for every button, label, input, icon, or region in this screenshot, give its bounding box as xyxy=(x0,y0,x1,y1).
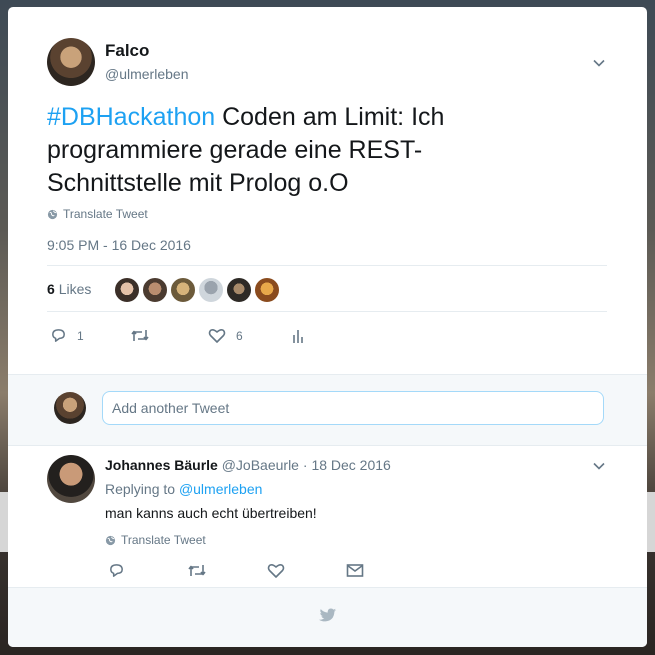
analytics-icon xyxy=(292,327,306,344)
divider xyxy=(47,311,607,312)
replying-to-link[interactable]: @ulmerleben xyxy=(179,481,262,497)
reply-icon xyxy=(50,327,67,344)
retweet-icon xyxy=(130,327,150,344)
like-button[interactable]: 6 xyxy=(208,327,243,344)
author-name[interactable]: Falco xyxy=(105,41,149,61)
analytics-button[interactable] xyxy=(292,327,306,344)
likes-count: 6 xyxy=(47,281,55,297)
like-count: 6 xyxy=(236,328,243,343)
retweet-icon xyxy=(187,562,207,579)
reply-count: 1 xyxy=(77,328,84,343)
author-handle[interactable]: @ulmerleben xyxy=(105,66,188,82)
retweet-button[interactable] xyxy=(130,327,150,344)
reply-author-handle[interactable]: @JoBaeurle xyxy=(222,457,299,473)
retweet-button[interactable] xyxy=(187,562,207,579)
translate-tweet-link[interactable]: Translate Tweet xyxy=(105,533,206,547)
direct-message-button[interactable] xyxy=(346,562,364,579)
translate-label: Translate Tweet xyxy=(63,207,148,221)
reply-date[interactable]: 18 Dec 2016 xyxy=(311,457,390,473)
liker-avatar[interactable] xyxy=(170,277,196,303)
divider xyxy=(47,265,607,266)
reply-header: Johannes Bäurle @JoBaeurle · 18 Dec 2016 xyxy=(105,457,391,473)
user-avatar[interactable] xyxy=(54,392,86,424)
reply-composer xyxy=(8,374,647,446)
globe-icon xyxy=(105,535,116,546)
likes-label: Likes xyxy=(58,281,92,297)
heart-icon xyxy=(208,327,226,344)
globe-icon xyxy=(47,209,58,220)
twitter-bird-icon xyxy=(318,608,337,624)
tweet-text: #DBHackathon Coden am Limit: Ich program… xyxy=(47,101,517,200)
separator-dot: · xyxy=(298,457,312,473)
reply-button[interactable] xyxy=(108,562,125,579)
reply-button[interactable]: 1 xyxy=(50,327,84,344)
like-button[interactable] xyxy=(267,562,285,579)
author-avatar[interactable] xyxy=(47,38,95,86)
replying-prefix: Replying to xyxy=(105,481,179,497)
reply-text: man kanns auch echt übertreiben! xyxy=(105,505,317,521)
tweet-timestamp[interactable]: 9:05 PM - 16 Dec 2016 xyxy=(47,237,191,253)
mail-icon xyxy=(346,562,364,579)
liker-avatar[interactable] xyxy=(226,277,252,303)
chevron-down-icon[interactable] xyxy=(592,56,606,70)
liker-avatar[interactable] xyxy=(142,277,168,303)
likes-summary[interactable]: 6 Likes xyxy=(47,281,91,297)
heart-icon xyxy=(267,562,285,579)
replying-to: Replying to @ulmerleben xyxy=(105,481,262,497)
reply-input[interactable] xyxy=(102,391,604,425)
reply-author-name[interactable]: Johannes Bäurle xyxy=(105,457,218,473)
reply-icon xyxy=(108,562,125,579)
translate-tweet-link[interactable]: Translate Tweet xyxy=(47,207,148,221)
liker-avatar[interactable] xyxy=(198,277,224,303)
modal-footer xyxy=(8,587,647,647)
liker-avatar[interactable] xyxy=(254,277,280,303)
liker-avatar[interactable] xyxy=(114,277,140,303)
reply-author-avatar[interactable] xyxy=(47,455,95,503)
hashtag-link[interactable]: #DBHackathon xyxy=(47,103,215,131)
translate-label: Translate Tweet xyxy=(121,533,206,547)
chevron-down-icon[interactable] xyxy=(592,459,606,473)
tweet-modal: Falco @ulmerleben #DBHackathon Coden am … xyxy=(8,7,647,647)
